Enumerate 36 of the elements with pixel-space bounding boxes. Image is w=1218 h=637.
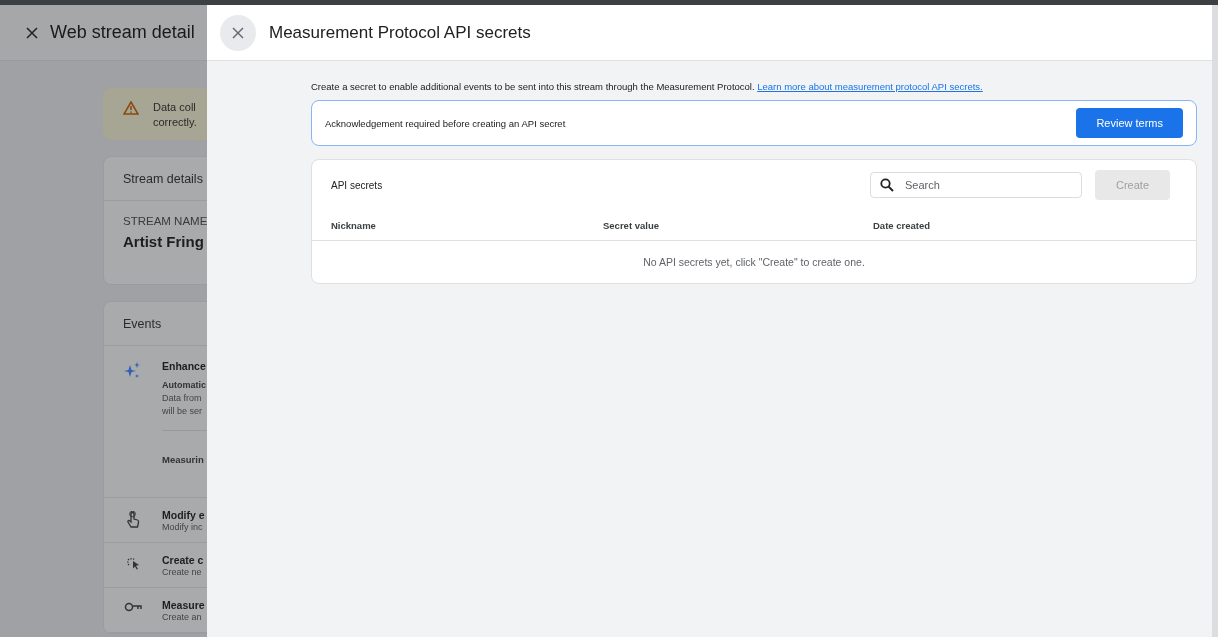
empty-message: No API secrets yet, click "Create" to create one. <box>643 256 865 268</box>
event-title[interactable]: Modify e <box>162 509 205 521</box>
cursor-click-icon <box>125 556 141 570</box>
event-title[interactable]: Enhance <box>162 360 207 372</box>
warning-icon <box>123 101 139 115</box>
review-terms-button[interactable]: Review terms <box>1076 108 1183 138</box>
event-option: Measurin <box>162 454 204 465</box>
search-field[interactable]: Search <box>870 172 1082 198</box>
stream-name: Artist Fring <box>123 233 205 250</box>
table-title: API secrets <box>331 179 384 191</box>
column-header: Date created <box>873 219 932 231</box>
card-heading: Events <box>123 316 162 331</box>
key-icon <box>124 601 142 613</box>
panel-title: Measurement Protocol API secrets <box>269 22 531 43</box>
close-icon[interactable] <box>26 26 38 39</box>
search-icon <box>880 178 894 192</box>
event-description: Modify inc <box>162 522 204 532</box>
event-description: Create ne <box>162 567 203 577</box>
warning-text: correctly. <box>153 115 197 130</box>
learn-more-link[interactable]: Learn more about measurement protocol API secrets. <box>757 81 983 92</box>
event-description: will be ser <box>162 405 203 418</box>
event-description: Create an <box>162 612 203 622</box>
card-heading: Stream details <box>123 171 203 186</box>
column-header: Nickname <box>331 219 377 231</box>
event-title[interactable]: Measure <box>162 599 205 611</box>
page-title: Web stream detail <box>50 22 195 43</box>
field-label: STREAM NAME <box>123 215 207 227</box>
warning-text: Data coll <box>153 100 197 115</box>
close-icon <box>232 26 244 39</box>
event-description: Data from <box>162 392 203 405</box>
acknowledgement-text: Acknowledgement required before creating an API secret <box>325 117 566 129</box>
event-title[interactable]: Create c <box>162 554 204 566</box>
column-header: Secret value <box>603 219 660 231</box>
event-description: Automatic <box>162 379 207 392</box>
hand-pointer-icon <box>126 511 140 529</box>
description-text: Create a secret to enable additional events to be sent into this stream through the Measurement Protocol. Learn more about measurement protocol API secrets. <box>311 81 984 92</box>
